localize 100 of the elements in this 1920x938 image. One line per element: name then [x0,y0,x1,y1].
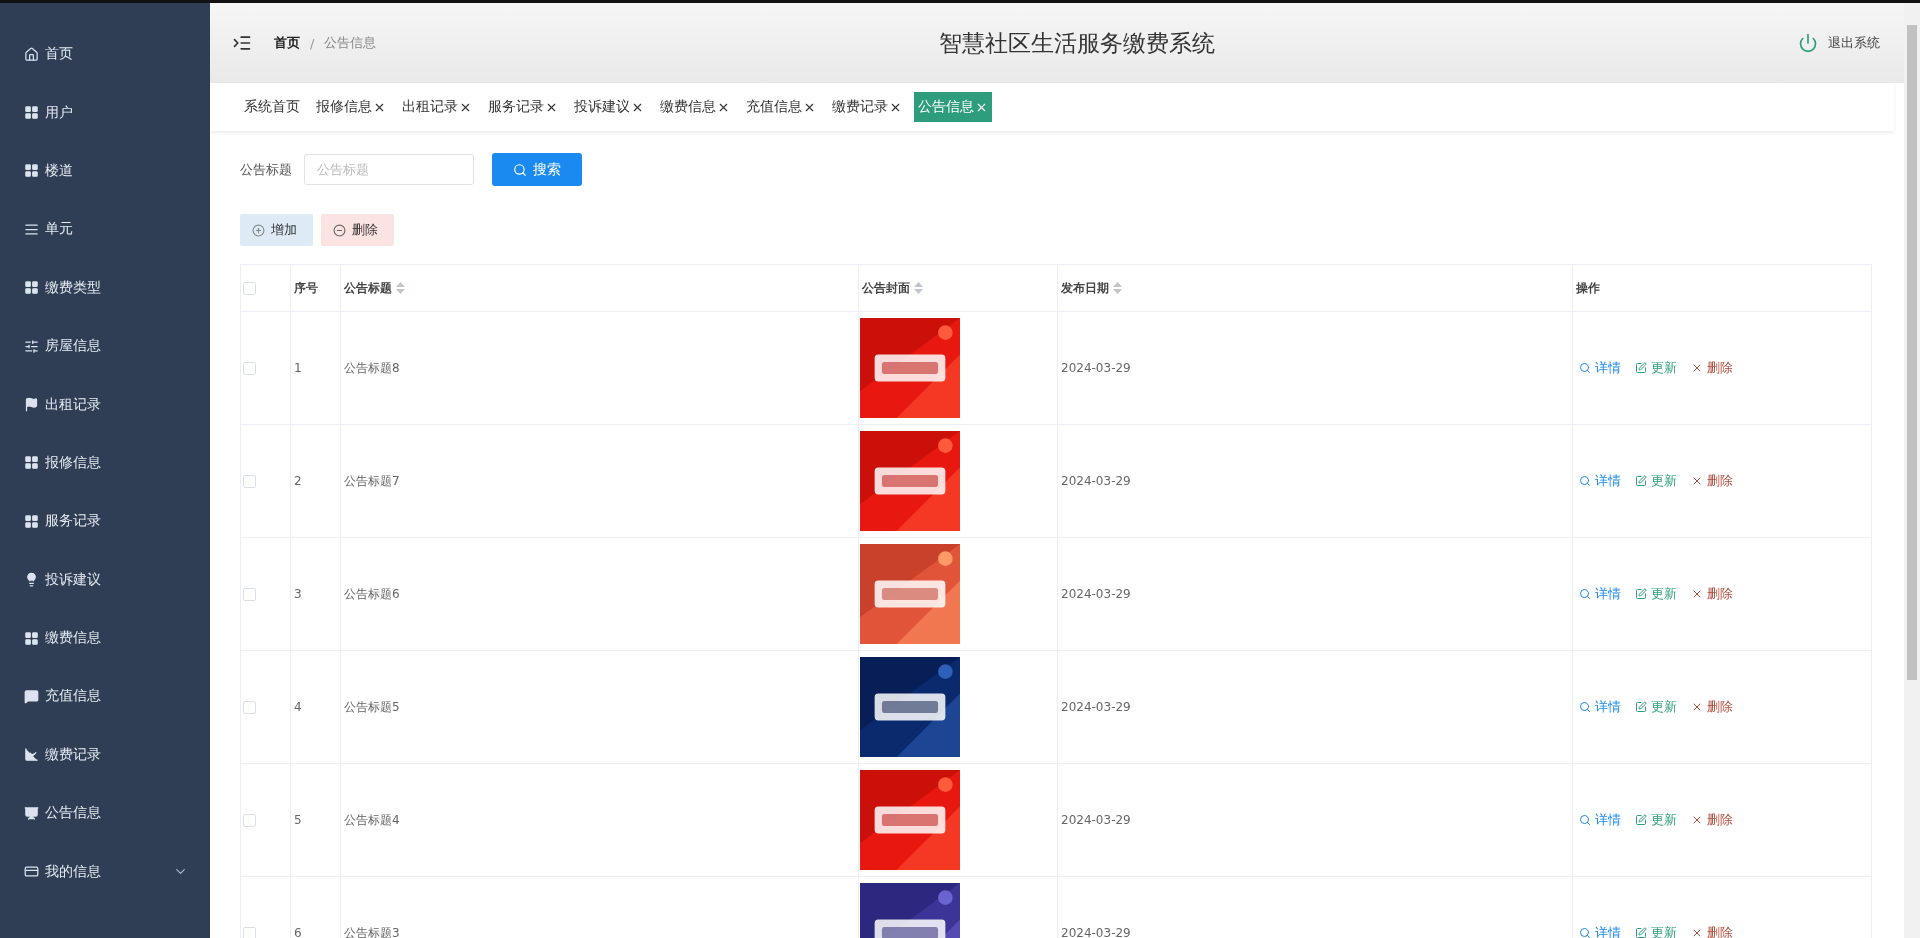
table-cell: 公告标题3 [344,924,400,938]
grid-icon [24,513,39,529]
sidebar-item[interactable]: 公告信息 [0,784,210,843]
sidebar-item[interactable]: 缴费记录 [0,725,210,785]
delete-link[interactable]: 删除 [1691,698,1733,716]
sort-icon[interactable] [1113,282,1122,294]
grid-icon [24,630,39,646]
checkbox[interactable] [243,587,256,601]
checkbox[interactable] [243,700,256,714]
tab[interactable]: 系统首页 [240,92,304,122]
sidebar-item[interactable]: 首页 [0,25,210,84]
details-link[interactable]: 详情 [1579,472,1621,490]
table-cell: 2024-03-29 [1061,926,1131,938]
update-link[interactable]: 更新 [1635,585,1677,603]
column-header[interactable]: 公告封面 [862,279,910,297]
update-link[interactable]: 更新 [1635,472,1677,490]
tab[interactable]: 服务记录 [484,92,562,122]
close-icon [1691,701,1703,713]
table-cell: 6 [294,926,302,938]
table-cell: 3 [294,587,302,601]
details-link[interactable]: 详情 [1579,359,1621,377]
home-icon [24,46,39,62]
details-link[interactable]: 详情 [1579,811,1621,829]
delete-link[interactable]: 删除 [1691,585,1733,603]
table-cell: 2024-03-29 [1061,813,1131,827]
sliders-icon [24,338,39,354]
column-header[interactable]: 发布日期 [1061,279,1109,297]
scrollbar[interactable] [1904,3,1920,938]
sidebar-item[interactable]: 报修信息 [0,433,210,493]
sidebar-item[interactable]: 单元 [0,200,210,259]
table-cell: 公告标题5 [344,698,400,716]
tab[interactable]: 投诉建议 [570,92,648,122]
logout-link[interactable]: 退出系统 [1828,34,1880,52]
sidebar-item[interactable]: 楼道 [0,141,210,201]
details-link[interactable]: 详情 [1579,585,1621,603]
close-icon [1691,588,1703,600]
breadcrumb-item: 公告信息 [324,34,377,52]
delete-link[interactable]: 删除 [1691,924,1733,938]
sidebar-item[interactable]: 缴费类型 [0,258,210,317]
checkbox[interactable] [243,813,256,827]
details-link[interactable]: 详情 [1579,924,1621,938]
table-cell: 2024-03-29 [1061,587,1131,601]
sidebar-item[interactable]: 充值信息 [0,667,210,726]
add-button[interactable]: 增加 [240,214,313,246]
tab[interactable]: 报修信息 [312,92,390,122]
power-icon[interactable] [1798,33,1818,53]
close-icon [1691,475,1703,487]
table-cell: 公告标题4 [344,811,400,829]
menu-icon[interactable] [232,33,252,53]
edit-icon [1635,475,1647,487]
column-header: 序号 [294,279,318,297]
close-icon [1691,814,1703,826]
system-title: 智慧社区生活服务缴费系统 [938,28,1216,58]
breadcrumb-separator: / [310,35,315,51]
details-link[interactable]: 详情 [1579,698,1621,716]
table-cell: 公告标题7 [344,472,400,490]
tab[interactable]: 充值信息 [742,92,820,122]
sidebar-item[interactable]: 服务记录 [0,492,210,551]
signboard-icon [24,805,39,821]
update-link[interactable]: 更新 [1635,359,1677,377]
sort-icon[interactable] [396,282,405,294]
table-cell: 2024-03-29 [1061,700,1131,714]
table-cell: 公告标题6 [344,585,400,603]
delete-link[interactable]: 删除 [1691,811,1733,829]
search-icon [1579,927,1591,938]
edit-icon [1635,927,1647,938]
sort-icon[interactable] [914,282,923,294]
update-link[interactable]: 更新 [1635,811,1677,829]
sidebar-item[interactable]: 我的信息 [0,842,210,901]
column-header: 操作 [1576,279,1600,297]
sidebar-item[interactable]: 投诉建议 [0,550,210,609]
lightbulb-icon [24,572,39,588]
field-label: 公告标题 [240,160,292,179]
tab[interactable]: 缴费信息 [656,92,734,122]
table-cell: 2024-03-29 [1061,361,1131,375]
close-icon [1691,362,1703,374]
search-icon [1579,701,1591,713]
card-icon [24,864,39,880]
column-header[interactable]: 公告标题 [344,279,392,297]
checkbox[interactable] [243,926,256,938]
flag-icon [24,397,39,413]
sidebar-item[interactable]: 用户 [0,83,210,142]
search-icon [1579,814,1591,826]
delete-link[interactable]: 删除 [1691,359,1733,377]
sidebar-item[interactable]: 房屋信息 [0,316,210,376]
delete-link[interactable]: 删除 [1691,472,1733,490]
chart-icon [24,747,39,763]
delete-button[interactable]: 删除 [321,214,394,246]
sidebar-item[interactable]: 缴费信息 [0,608,210,668]
checkbox[interactable] [243,281,256,295]
close-icon [1691,927,1703,938]
tab[interactable]: 出租记录 [398,92,476,122]
title-search-field[interactable]: 公告标题 [304,154,474,185]
checkbox[interactable] [243,361,256,375]
breadcrumb-item[interactable]: 首页 [274,34,300,52]
sidebar-item[interactable]: 出租记录 [0,375,210,434]
search-button[interactable]: 搜索 [492,153,582,186]
tab[interactable]: 缴费记录 [828,92,906,122]
update-link[interactable]: 更新 [1635,698,1677,716]
checkbox[interactable] [243,474,256,488]
